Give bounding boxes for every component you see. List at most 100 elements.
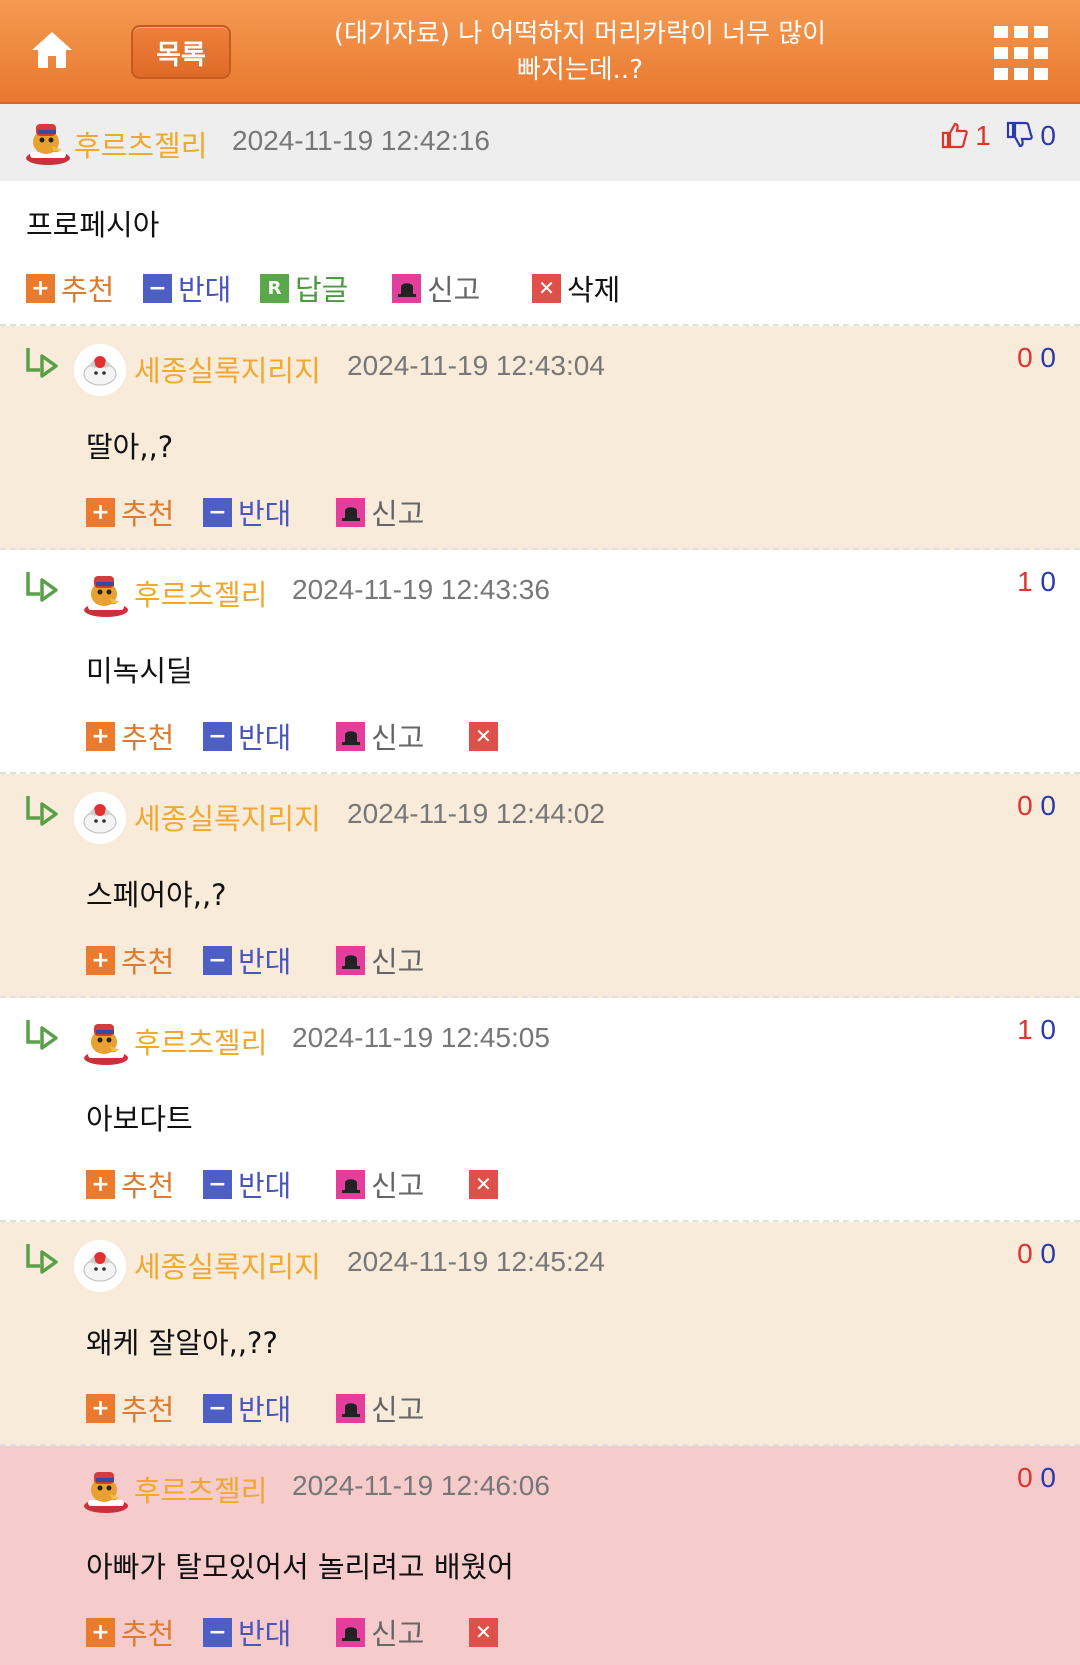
upvote-count: 0 xyxy=(1017,790,1033,821)
minus-icon: − xyxy=(143,273,172,303)
upvote-count: 0 xyxy=(1017,1462,1033,1493)
upvote-button[interactable]: + 추천 xyxy=(86,1614,174,1651)
plus-icon: + xyxy=(26,273,55,303)
delete-button[interactable]: ✕ xyxy=(469,1614,504,1650)
comment-nick[interactable]: 세종실록지리지 xyxy=(134,1244,321,1286)
upvote-count: 0 xyxy=(1017,342,1033,373)
reply-comment: 후르츠젤리 2024-11-19 12:43:36 1 0 미녹시딜 + 추천 −… xyxy=(0,550,1080,774)
comment-date: 2024-11-19 12:43:04 xyxy=(347,350,605,381)
minus-icon: − xyxy=(203,1393,232,1423)
comment-nick[interactable]: 세종실록지리지 xyxy=(134,348,321,390)
close-icon: ✕ xyxy=(532,273,561,303)
siren-icon xyxy=(336,721,365,751)
reply-arrow-icon xyxy=(24,1018,60,1052)
comment-actions: + 추천 − 반대 신고 xyxy=(86,942,986,979)
comment-actions: + 추천 − 반대 신고 xyxy=(86,494,986,531)
comment-nick[interactable]: 후르츠젤리 xyxy=(74,123,207,165)
upvote-count: 0 xyxy=(1017,1238,1033,1269)
downvote-count: 0 xyxy=(1040,1238,1056,1269)
upvote-button[interactable]: + 추천 xyxy=(86,494,174,531)
comment-date: 2024-11-19 12:42:16 xyxy=(232,125,490,156)
reply-arrow-icon xyxy=(24,346,60,380)
list-button[interactable]: 목록 xyxy=(131,25,231,79)
upvote-button[interactable]: + 추천 xyxy=(86,1390,174,1427)
top-bar: 목록 (대기자료) 나 어떡하지 머리카락이 너무 많이 빠지는데..? xyxy=(0,0,1080,104)
upvote-button[interactable]: + 추천 xyxy=(86,718,174,755)
reply-comment-highlighted: 후르츠젤리 2024-11-19 12:46:06 0 0 아빠가 탈모있어서 … xyxy=(0,1446,1080,1665)
upvote-button[interactable]: + 추천 xyxy=(86,1166,174,1203)
siren-icon xyxy=(336,945,365,975)
reply-comment: 세종실록지리지 2024-11-19 12:45:24 0 0 왜케 잘알아,,… xyxy=(0,1222,1080,1446)
comment-nick[interactable]: 후르츠젤리 xyxy=(134,572,267,614)
reply-icon: R xyxy=(260,273,289,303)
reply-arrow-icon xyxy=(24,794,60,828)
comment-text: 아빠가 탈모있어서 놀리려고 배웠어 xyxy=(86,1550,514,1584)
downvote-button[interactable]: − 반대 xyxy=(203,494,291,531)
comment-votes: 1 0 xyxy=(1017,1014,1056,1046)
thumbs-up-icon xyxy=(941,122,968,149)
upvote-count: 1 xyxy=(1017,1014,1033,1045)
siren-icon xyxy=(392,273,421,303)
plus-icon: + xyxy=(86,945,115,975)
thumbs-down-icon xyxy=(1006,121,1033,148)
comment-text: 스페어야,,? xyxy=(86,878,227,912)
close-icon: ✕ xyxy=(469,721,498,751)
reply-arrow-icon xyxy=(24,570,60,604)
comment-votes: 0 0 xyxy=(1017,1462,1056,1494)
close-icon: ✕ xyxy=(469,1169,498,1199)
comment-actions: + 추천 − 반대 R 답글 신고 ✕ 삭제 xyxy=(26,270,1026,307)
avatar xyxy=(74,344,126,396)
comment-date: 2024-11-19 12:46:06 xyxy=(292,1470,550,1501)
siren-icon xyxy=(336,497,365,527)
close-icon: ✕ xyxy=(469,1617,498,1647)
comment-text: 딸아,,? xyxy=(86,430,174,464)
avatar xyxy=(74,792,126,844)
report-button[interactable]: 신고 xyxy=(336,1390,424,1427)
delete-button[interactable]: ✕ xyxy=(469,718,504,754)
downvote-button[interactable]: − 반대 xyxy=(203,942,291,979)
grid-menu-icon[interactable] xyxy=(994,26,1048,80)
comment-votes: 0 0 xyxy=(1017,342,1056,374)
report-button[interactable]: 신고 xyxy=(336,718,424,755)
report-button[interactable]: 신고 xyxy=(336,1166,424,1203)
plus-icon: + xyxy=(86,497,115,527)
downvote-count: 0 xyxy=(1040,1014,1056,1045)
comment-nick[interactable]: 세종실록지리지 xyxy=(134,796,321,838)
plus-icon: + xyxy=(86,1617,115,1647)
comment-text: 프로페시아 xyxy=(26,208,160,242)
report-button[interactable]: 신고 xyxy=(336,942,424,979)
avatar xyxy=(22,116,74,168)
reply-comment: 세종실록지리지 2024-11-19 12:44:02 0 0 스페어야,,? … xyxy=(0,774,1080,998)
report-button[interactable]: 신고 xyxy=(336,494,424,531)
upvote-button[interactable]: + 추천 xyxy=(86,942,174,979)
downvote-button[interactable]: − 반대 xyxy=(203,1614,291,1651)
delete-button[interactable]: ✕ xyxy=(469,1166,504,1202)
comment-date: 2024-11-19 12:45:05 xyxy=(292,1022,550,1053)
home-icon[interactable] xyxy=(28,26,76,74)
report-button[interactable]: 신고 xyxy=(336,1614,424,1651)
downvote-count: 0 xyxy=(1040,342,1056,373)
downvote-button[interactable]: − 반대 xyxy=(203,1166,291,1203)
minus-icon: − xyxy=(203,945,232,975)
plus-icon: + xyxy=(86,721,115,751)
post-title-line1: (대기자료) 나 어떡하지 머리카락이 너무 많이 xyxy=(333,19,827,49)
siren-icon xyxy=(336,1169,365,1199)
downvote-count: 0 xyxy=(1040,120,1056,151)
downvote-button[interactable]: − 반대 xyxy=(203,718,291,755)
reply-button[interactable]: R 답글 xyxy=(260,270,348,307)
minus-icon: − xyxy=(203,497,232,527)
comment-nick[interactable]: 후르츠젤리 xyxy=(134,1468,267,1510)
downvote-count: 0 xyxy=(1040,1462,1056,1493)
minus-icon: − xyxy=(203,1617,232,1647)
report-button[interactable]: 신고 xyxy=(392,270,480,307)
comment-actions: + 추천 − 반대 신고 ✕ xyxy=(86,1614,986,1651)
plus-icon: + xyxy=(86,1393,115,1423)
comment-nick[interactable]: 후르츠젤리 xyxy=(134,1020,267,1062)
avatar xyxy=(80,1016,132,1068)
downvote-button[interactable]: − 반대 xyxy=(143,270,231,307)
post-title: (대기자료) 나 어떡하지 머리카락이 너무 많이 빠지는데..? xyxy=(290,16,870,88)
upvote-button[interactable]: + 추천 xyxy=(26,270,114,307)
delete-button[interactable]: ✕ 삭제 xyxy=(532,270,620,307)
comment-date: 2024-11-19 12:44:02 xyxy=(347,798,605,829)
downvote-button[interactable]: − 반대 xyxy=(203,1390,291,1427)
